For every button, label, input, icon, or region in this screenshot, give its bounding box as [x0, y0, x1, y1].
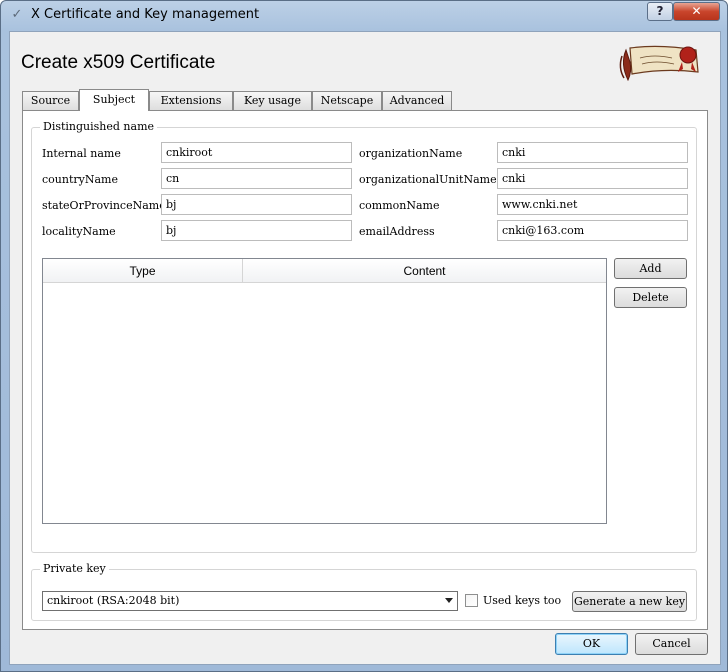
common-name-field[interactable]: www.cnki.net	[497, 194, 688, 215]
organization-name-field[interactable]: cnki	[497, 142, 688, 163]
internal-name-label: Internal name	[42, 147, 121, 160]
distinguished-name-legend: Distinguished name	[40, 120, 158, 133]
title-bar[interactable]: ✓ X Certificate and Key management ? ✕	[1, 1, 727, 31]
email-address-field[interactable]: cnki@163.com	[497, 220, 688, 241]
country-name-field[interactable]: cn	[161, 168, 352, 189]
delete-button[interactable]: Delete	[614, 287, 687, 308]
tab-netscape[interactable]: Netscape	[312, 91, 382, 110]
private-key-selected-value: cnkiroot (RSA:2048 bit)	[47, 594, 180, 607]
common-name-label: commonName	[359, 199, 440, 212]
window-title: X Certificate and Key management	[31, 7, 260, 22]
internal-name-field[interactable]: cnkiroot	[161, 142, 352, 163]
subject-tab-panel: Distinguished name Internal name cnkiroo…	[22, 110, 708, 630]
used-keys-label: Used keys too	[483, 594, 562, 607]
tab-subject[interactable]: Subject	[79, 89, 149, 111]
private-key-select[interactable]: cnkiroot (RSA:2048 bit)	[42, 591, 458, 611]
organizational-unit-field[interactable]: cnki	[497, 168, 688, 189]
tab-extensions[interactable]: Extensions	[149, 91, 233, 110]
ok-button[interactable]: OK	[555, 633, 628, 655]
column-header-type[interactable]: Type	[43, 259, 243, 283]
used-keys-checkbox[interactable]	[465, 594, 478, 607]
organization-name-label: organizationName	[359, 147, 463, 160]
close-button[interactable]: ✕	[673, 2, 720, 21]
add-button[interactable]: Add	[614, 258, 687, 279]
chevron-down-icon	[445, 598, 453, 603]
state-or-province-field[interactable]: bj	[161, 194, 352, 215]
certificate-app-icon: ✓	[11, 7, 23, 22]
dialog-window: ✓ X Certificate and Key management ? ✕ C…	[0, 0, 728, 672]
separator-bottom	[42, 528, 687, 529]
separator-top	[42, 248, 687, 249]
page-title: Create x509 Certificate	[21, 52, 216, 73]
dialog-client-area: Create x509 Certificate Source Subject E…	[9, 31, 721, 665]
tab-advanced[interactable]: Advanced	[382, 91, 452, 110]
help-button[interactable]: ?	[647, 2, 673, 21]
organizational-unit-label: organizationalUnitName	[359, 173, 497, 186]
generate-key-button[interactable]: Generate a new key	[572, 591, 687, 612]
email-address-label: emailAddress	[359, 225, 435, 238]
private-key-legend: Private key	[40, 562, 109, 575]
close-icon: ✕	[691, 4, 702, 18]
private-key-group: Private key cnkiroot (RSA:2048 bit) Used…	[31, 562, 697, 621]
state-or-province-label: stateOrProvinceName	[42, 199, 166, 212]
extra-entries-table[interactable]: Type Content	[42, 258, 607, 524]
locality-name-field[interactable]: bj	[161, 220, 352, 241]
tab-source[interactable]: Source	[22, 91, 79, 110]
locality-name-label: localityName	[42, 225, 116, 238]
column-header-content[interactable]: Content	[243, 259, 606, 283]
distinguished-name-group: Distinguished name Internal name cnkiroo…	[31, 120, 697, 553]
tab-key-usage[interactable]: Key usage	[233, 91, 312, 110]
cancel-button[interactable]: Cancel	[635, 633, 708, 655]
country-name-label: countryName	[42, 173, 118, 186]
scroll-seal-logo	[619, 45, 699, 82]
